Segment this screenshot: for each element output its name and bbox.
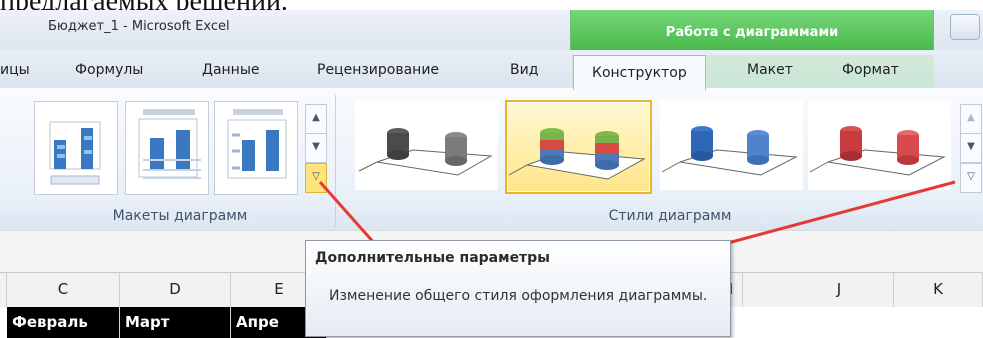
chart-style-gray[interactable] — [355, 100, 498, 190]
chart-layout-preview-icon — [49, 121, 101, 185]
tab-review[interactable]: Рецензирование — [317, 62, 439, 78]
styles-scroll-up-button[interactable]: ▲ — [960, 104, 982, 134]
chart-layout-option-1[interactable] — [34, 101, 118, 195]
styles-scroll-down-button[interactable]: ▼ — [960, 133, 982, 163]
column-header-k[interactable]: K — [894, 272, 983, 307]
layouts-scroll-down-button[interactable]: ▼ — [305, 133, 327, 163]
chart-style-multicolor[interactable] — [505, 100, 652, 194]
tab-design[interactable]: Конструктор — [573, 55, 706, 90]
tooltip-title: Дополнительные параметры — [315, 250, 550, 266]
blue-cylinder-style-icon — [661, 126, 798, 176]
chart-style-red[interactable] — [808, 100, 951, 190]
column-header-j[interactable]: J — [785, 272, 894, 307]
gray-cylinder-style-icon — [358, 128, 493, 176]
column-header-d[interactable]: D — [120, 272, 231, 307]
window-title: Бюджет_1 - Microsoft Excel — [48, 19, 230, 34]
chart-tools-context-header: Работа с диаграммами — [570, 10, 934, 50]
column-header-partial — [0, 272, 7, 307]
tooltip-description: Изменение общего стиля оформления диагра… — [329, 288, 708, 304]
styles-more-button[interactable]: ▽ — [960, 163, 982, 193]
chart-style-blue[interactable] — [660, 100, 803, 190]
chart-layout-preview-icon — [227, 109, 287, 179]
cell-february[interactable]: Февраль — [7, 307, 120, 338]
tab-formulas[interactable]: Формулы — [75, 62, 143, 78]
tab-view[interactable]: Вид — [510, 62, 538, 78]
chart-styles-group-label: Стили диаграмм — [608, 208, 732, 224]
ribbon-group-separator — [335, 95, 336, 227]
tab-partial[interactable]: ицы — [0, 62, 30, 78]
window-control-button[interactable] — [950, 14, 980, 40]
layouts-scroll-up-button[interactable]: ▲ — [305, 104, 327, 134]
tab-data[interactable]: Данные — [202, 62, 260, 78]
layouts-more-button[interactable]: ▽ — [305, 163, 327, 193]
column-header-c[interactable]: C — [7, 272, 120, 307]
tab-layout[interactable]: Макет — [747, 62, 793, 78]
multicolor-cylinder-style-icon — [508, 128, 646, 180]
chart-tools-label: Работа с диаграммами — [665, 25, 839, 40]
chart-layout-preview-icon — [138, 109, 201, 179]
cell-march[interactable]: Март — [120, 307, 231, 338]
chart-layout-option-2[interactable] — [125, 101, 209, 195]
tab-format[interactable]: Формат — [842, 62, 899, 78]
chart-layout-option-3[interactable] — [214, 101, 298, 195]
chart-layouts-group-label: Макеты диаграмм — [112, 208, 248, 224]
red-cylinder-style-icon — [809, 126, 946, 176]
